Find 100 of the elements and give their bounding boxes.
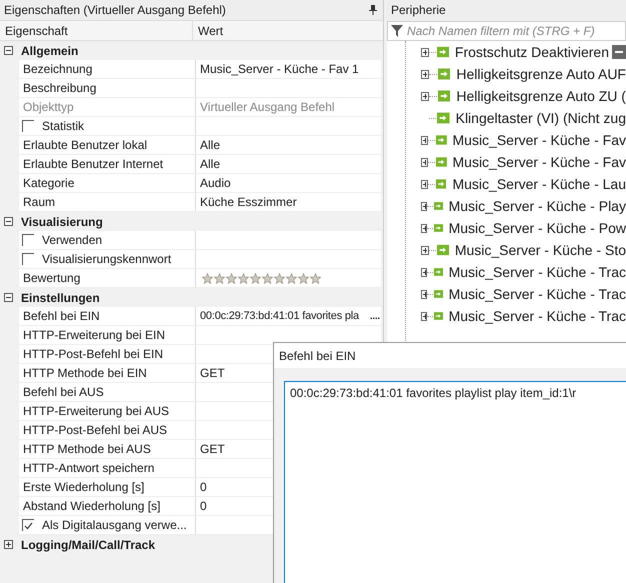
tree-item[interactable]: Helligkeitsgrenze Auto AUF <box>456 66 626 82</box>
star-icon <box>238 272 249 284</box>
property-label: Statistik <box>42 119 84 133</box>
tree-item[interactable]: Klingeltaster (VI) (Nicht zug <box>456 110 626 126</box>
star-icon <box>250 272 261 284</box>
property-label: Verwenden <box>42 233 102 247</box>
property-value: 00:0c:29:73:bd:41:01 favorites pla <box>200 310 359 322</box>
output-icon <box>436 244 449 256</box>
tree-item[interactable]: Music_Server - Küche - Fav <box>452 132 626 148</box>
tree-item[interactable]: Music_Server - Küche - Trac <box>448 308 626 324</box>
expand-icon[interactable] <box>4 540 13 549</box>
expand-icon[interactable] <box>421 224 428 232</box>
star-icon <box>262 272 273 284</box>
star-icon <box>286 272 297 284</box>
property-value-cell: Alle <box>196 136 381 155</box>
filter-icon <box>391 25 403 37</box>
output-icon <box>437 112 450 124</box>
expand-icon[interactable] <box>421 48 430 56</box>
expand-icon[interactable] <box>421 180 428 188</box>
property-name-cell: Raum <box>19 193 196 212</box>
output-icon <box>434 222 443 234</box>
property-name-cell: Bewertung <box>19 269 196 288</box>
expand-icon[interactable] <box>421 268 428 276</box>
expand-icon[interactable] <box>421 92 430 100</box>
output-icon <box>438 68 450 80</box>
property-name-cell: Befehl bei EIN <box>19 307 196 326</box>
column-header[interactable]: Wert <box>193 21 224 40</box>
category-title: Logging/Mail/Call/Track <box>21 538 156 552</box>
star-icon <box>298 272 309 284</box>
tree-item[interactable]: Helligkeitsgrenze Auto ZU ( <box>456 88 626 104</box>
expand-icon[interactable] <box>421 158 428 166</box>
category-title: Visualisierung <box>21 214 103 228</box>
tree-item[interactable]: Music_Server - Küche - Lau <box>452 176 626 192</box>
dialog-title: Befehl bei EIN <box>279 348 356 362</box>
checkbox[interactable] <box>22 234 34 246</box>
star-icon <box>202 272 213 284</box>
tree-item[interactable]: Music_Server - Küche - Trac <box>448 264 626 280</box>
property-name-cell: HTTP Methode bei AUS <box>19 440 196 459</box>
panel-title: Eigenschaften (Virtueller Ausgang Befehl) <box>4 3 226 17</box>
expand-icon[interactable] <box>421 136 428 144</box>
filter-field[interactable]: Nach Namen filtern mit (STRG + F) <box>387 21 626 41</box>
tree-item[interactable]: Music_Server - Küche - Sto <box>454 242 626 258</box>
property-name-cell: HTTP-Post-Befehl bei AUS <box>19 421 196 440</box>
collapse-icon[interactable] <box>4 293 13 302</box>
output-icon <box>436 134 446 146</box>
property-name-cell: Kategorie <box>19 174 196 193</box>
property-name-cell: HTTP-Erweiterung bei EIN <box>19 326 196 345</box>
star-icon <box>226 272 237 284</box>
property-name-cell: HTTP-Post-Befehl bei EIN <box>19 345 196 364</box>
property-name-cell: Erste Wiederholung [s] <box>19 478 196 497</box>
star-icon <box>310 272 321 284</box>
category-title: Einstellungen <box>21 290 100 304</box>
pin-icon[interactable] <box>369 5 377 15</box>
checkbox[interactable] <box>22 253 34 265</box>
output-icon <box>434 310 443 322</box>
star-rating[interactable] <box>200 272 321 284</box>
property-label: Als Digitalausgang verwe... <box>42 518 187 532</box>
remove-button[interactable] <box>612 45 626 59</box>
property-name-cell: Erlaubte Benutzer lokal <box>19 136 196 155</box>
collapse-icon[interactable] <box>4 46 13 55</box>
tree-item[interactable]: Music_Server - Küche - Trac <box>448 286 626 302</box>
output-icon <box>436 156 446 168</box>
tree-item[interactable]: Music_Server - Küche - Fav <box>452 154 626 170</box>
property-name-cell: HTTP-Erweiterung bei AUS <box>19 402 196 421</box>
panel-title: Peripherie <box>391 3 446 17</box>
output-icon <box>434 288 443 300</box>
checkbox[interactable] <box>22 519 34 531</box>
property-name-cell: Objekttyp <box>19 98 196 117</box>
tree-item[interactable]: Music_Server - Küche - Pow <box>448 220 626 236</box>
output-icon <box>434 200 443 212</box>
property-name-cell: Abstand Wiederholung [s] <box>19 497 196 516</box>
property-name-cell: Erlaubte Benutzer Internet <box>19 155 196 174</box>
collapse-icon[interactable] <box>4 217 13 226</box>
property-value-cell: Virtueller Ausgang Befehl <box>196 98 381 117</box>
output-icon <box>436 178 446 190</box>
property-name-cell: HTTP Methode bei EIN <box>19 364 196 383</box>
property-name-cell: HTTP-Antwort speichern <box>19 459 196 478</box>
property-name-cell: Befehl bei AUS <box>19 383 196 402</box>
expand-icon[interactable] <box>421 246 429 254</box>
output-icon <box>436 46 449 58</box>
checkbox[interactable] <box>22 120 34 132</box>
output-icon <box>438 90 450 102</box>
column-header[interactable]: Eigenschaft <box>0 21 193 40</box>
property-value-cell: Küche Esszimmer <box>196 193 381 212</box>
expand-icon[interactable] <box>421 312 428 320</box>
property-value-cell[interactable]: 00:0c:29:73:bd:41:01 favorites pla .... <box>196 307 381 326</box>
command-text-area[interactable]: 00:0c:29:73:bd:41:01 favorites playlist play item_id:1\r <box>284 381 626 583</box>
expand-icon[interactable] <box>421 70 430 78</box>
tree-item[interactable]: Music_Server - Küche - Play <box>448 198 626 214</box>
category-title: Allgemein <box>21 44 78 58</box>
tree-item[interactable]: Frostschutz Deaktivieren <box>454 44 609 60</box>
property-value-cell: Music_Server - Küche - Fav 1 <box>196 60 381 79</box>
property-name-cell: Bezeichnung <box>19 60 196 79</box>
expand-icon[interactable] <box>421 290 428 298</box>
property-name-cell: Beschreibung <box>19 79 196 98</box>
star-icon <box>274 272 285 284</box>
property-value-cell: Alle <box>196 155 381 174</box>
star-icon <box>214 272 225 284</box>
expand-icon[interactable] <box>421 202 428 210</box>
property-value-cell: Audio <box>196 174 381 193</box>
